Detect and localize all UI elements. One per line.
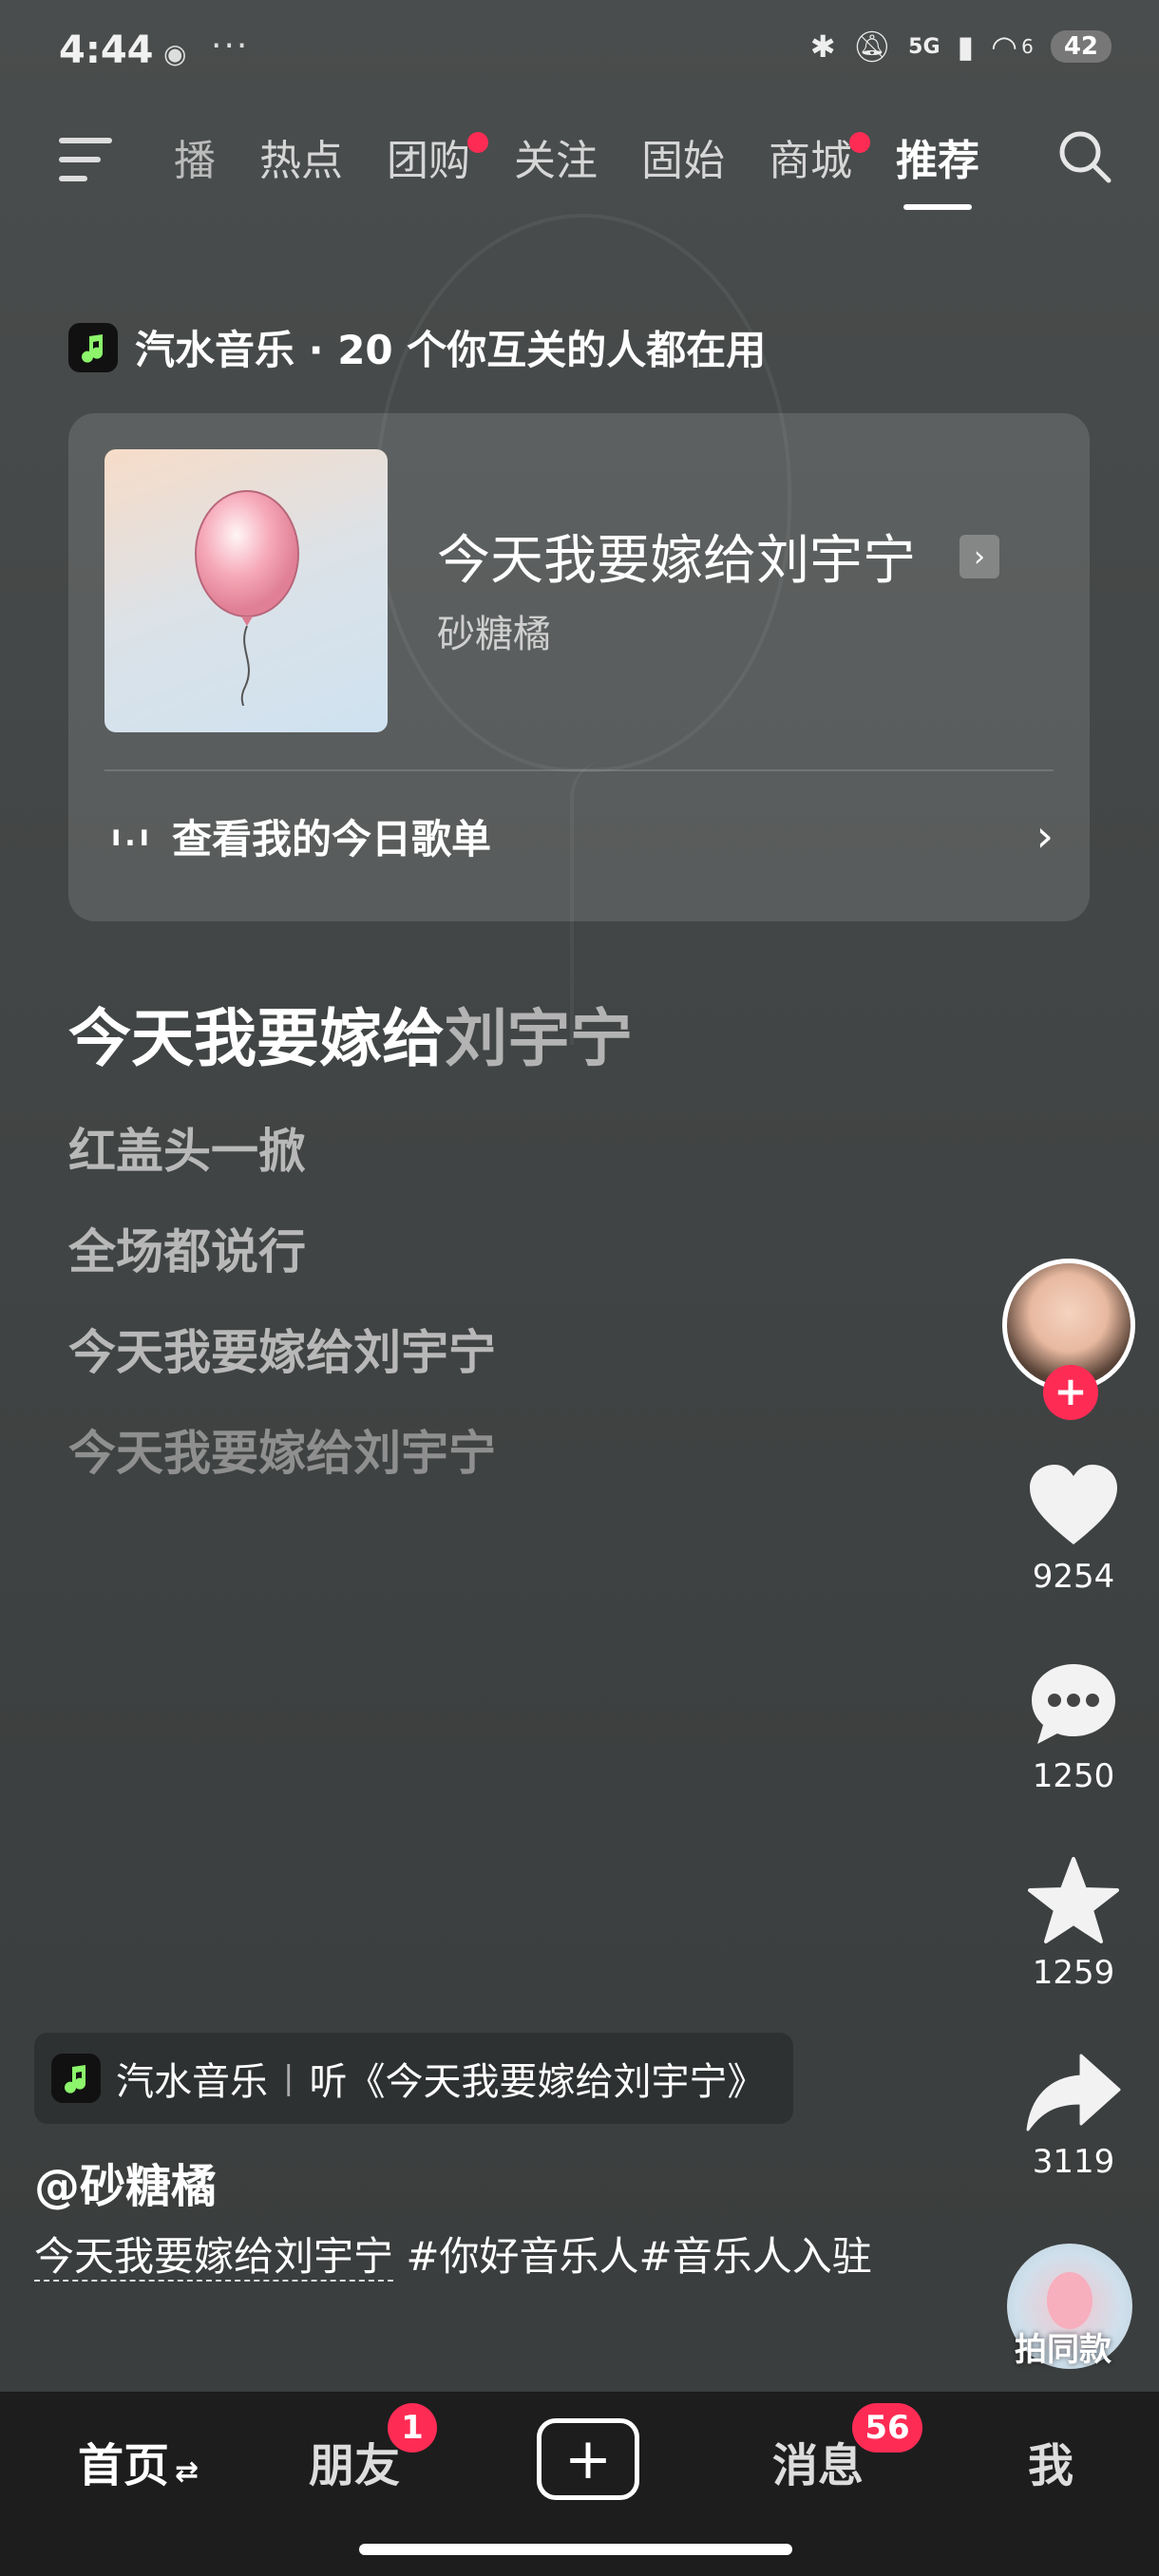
menu-icon[interactable] [59, 138, 116, 183]
mute-icon: 🔕︎ [852, 28, 892, 65]
favorite-count: 1259 [1032, 1954, 1115, 1992]
listen-song-text: 听《今天我要嫁给刘宇宁》 [309, 2060, 766, 2104]
nav-messages[interactable]: 消息 [772, 2428, 864, 2494]
more-notifications-icon: ··· [211, 27, 250, 66]
comment-count: 1250 [1032, 1757, 1115, 1795]
lyric-line: 今天我要嫁给刘宇宁 [68, 1325, 496, 1380]
signal-icon: ▮ [957, 28, 975, 65]
home-indicator[interactable] [359, 2544, 792, 2555]
tab-hot[interactable]: 热点 [238, 128, 365, 195]
song-search-link[interactable]: 今天我要嫁给刘宇宁 [34, 2233, 394, 2282]
share-button[interactable]: 3119 [1016, 2052, 1130, 2181]
song-artist[interactable]: 砂糖橘 [437, 603, 551, 658]
song-title[interactable]: 今天我要嫁给刘宇宁 [437, 518, 916, 595]
music-app-icon [68, 322, 118, 372]
search-icon[interactable] [1056, 128, 1113, 185]
create-button[interactable]: + [537, 2418, 639, 2500]
follow-button[interactable]: + [1043, 1365, 1098, 1420]
share-count: 3119 [1032, 2143, 1115, 2181]
separator: | [283, 2059, 294, 2097]
music-tag[interactable]: 汽水音乐 | 听《今天我要嫁给刘宇宁》 [34, 2033, 794, 2124]
share-arrow-icon [1026, 2054, 1121, 2131]
current-lyric: 今天我要嫁给刘宇宁 [68, 988, 633, 1079]
wifi-badge: 6 [1021, 35, 1034, 58]
plus-icon: + [563, 2426, 613, 2492]
song-detail-arrow-icon[interactable]: › [960, 535, 999, 578]
status-bar: 4:44 ◉ ··· ✱ 🔕︎ 5G ▮ ◠ 6 42 [0, 0, 1159, 109]
lyric-line: 今天我要嫁给刘宇宁 [68, 1426, 496, 1481]
song-card[interactable]: 今天我要嫁给刘宇宁 › 砂糖橘 ı.ı 查看我的今日歌单 › [68, 413, 1090, 921]
favorite-button[interactable]: 1259 [1016, 1857, 1130, 1992]
same-style-label[interactable]: 拍同款 [1015, 2323, 1112, 2370]
card-divider [104, 769, 1054, 771]
chevron-right-icon[interactable]: › [1036, 810, 1054, 862]
tab-notification-dot [467, 132, 488, 153]
friends-badge: 1 [388, 2403, 437, 2453]
messages-badge: 56 [852, 2403, 922, 2453]
tab-following[interactable]: 关注 [492, 128, 619, 195]
music-app-name: 汽水音乐 [116, 2060, 268, 2104]
author-name[interactable]: @砂糖橘 [34, 2149, 217, 2215]
status-time: 4:44 [59, 28, 154, 72]
lyric-line: 红盖头一掀 [68, 1124, 306, 1179]
playlist-label: 查看我的今日歌单 [171, 816, 491, 862]
bottom-navigation: 首页 ⇄ 朋友 1 + 消息 56 我 [0, 2392, 1159, 2576]
lyric-sung-part: 今天我要嫁给 [68, 1002, 445, 1075]
heart-icon [1030, 1465, 1117, 1544]
tab-group-buy[interactable]: 团购 [365, 128, 492, 195]
like-button[interactable]: 9254 [1016, 1463, 1130, 1596]
like-count: 9254 [1032, 1558, 1115, 1596]
tab-notification-dot [849, 132, 870, 153]
album-cover[interactable] [104, 449, 388, 732]
nav-me[interactable]: 我 [1028, 2428, 1074, 2494]
star-icon [1028, 1857, 1119, 1943]
music-app-promo[interactable]: 汽水音乐 · 20 个你互关的人都在用 [68, 318, 766, 376]
channel-tabs: 播 热点 团购 关注 固始 商城 推荐 [152, 128, 1001, 195]
music-app-icon [51, 2054, 101, 2103]
status-icons: ✱ 🔕︎ 5G ▮ ◠ 6 42 [810, 28, 1112, 65]
balloon-icon [195, 490, 299, 707]
lyric-unsung-part: 刘宇宁 [445, 1002, 633, 1075]
notification-icon: ◉ [163, 38, 187, 69]
post-description: 今天我要嫁给刘宇宁 #你好音乐人#音乐人入驻 [34, 2223, 908, 2291]
music-promo-text: 汽水音乐 · 20 个你互关的人都在用 [135, 327, 767, 373]
bluetooth-icon: ✱ [809, 28, 836, 65]
tab-mall[interactable]: 商城 [747, 128, 874, 195]
tab-local[interactable]: 固始 [619, 128, 747, 195]
wifi-icon: ◠ [991, 28, 1018, 65]
network-label: 5G [908, 34, 940, 59]
comment-button[interactable]: 1250 [1016, 1660, 1130, 1795]
refresh-switch-icon: ⇄ [175, 2455, 200, 2489]
tab-recommend[interactable]: 推荐 [874, 128, 1001, 195]
lyric-line: 全场都说行 [68, 1224, 306, 1279]
nav-home[interactable]: 首页 ⇄ [78, 2428, 199, 2494]
today-playlist-link[interactable]: ı.ı 查看我的今日歌单 [111, 807, 491, 865]
nav-friends[interactable]: 朋友 [309, 2428, 400, 2494]
equalizer-icon: ı.ı [111, 820, 153, 853]
hashtags[interactable]: #你好音乐人#音乐人入驻 [393, 2233, 871, 2280]
tab-live[interactable]: 播 [152, 128, 238, 195]
top-navigation: 播 热点 团购 关注 固始 商城 推荐 [0, 119, 1159, 214]
battery-indicator: 42 [1050, 30, 1112, 63]
comment-icon [1032, 1664, 1115, 1744]
